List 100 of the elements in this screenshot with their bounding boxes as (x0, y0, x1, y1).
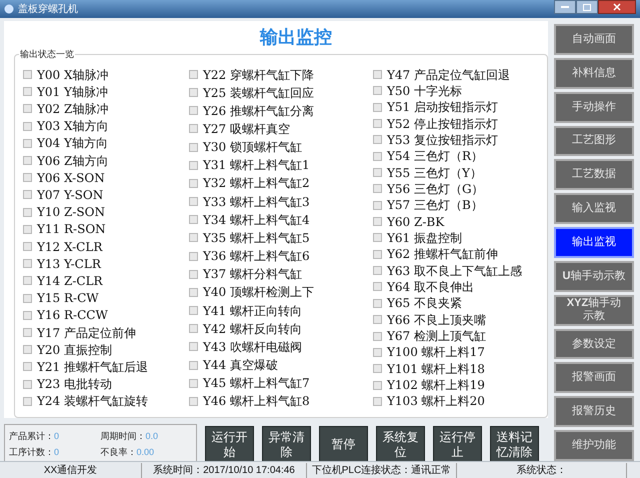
nav-button[interactable]: XYZ轴手动示教 (554, 294, 634, 326)
checkbox[interactable] (23, 380, 32, 389)
checkbox[interactable] (23, 122, 32, 131)
maximize-button[interactable] (576, 0, 598, 14)
checkbox[interactable] (373, 200, 382, 210)
checkbox[interactable] (189, 233, 198, 242)
checkbox[interactable] (373, 135, 382, 144)
output-label: Y33 螺杆上料气缸3 (203, 194, 310, 211)
checkbox[interactable] (373, 396, 382, 406)
nav-button[interactable]: 手动操作 (554, 92, 634, 123)
checkbox[interactable] (23, 328, 32, 338)
checkbox[interactable] (189, 342, 198, 352)
checkbox[interactable] (373, 282, 382, 292)
action-button[interactable]: 送料记忆清除 (490, 426, 539, 464)
nav-button[interactable]: U轴手动示教 (554, 260, 634, 292)
minimize-button[interactable] (554, 0, 576, 14)
checkbox[interactable] (189, 252, 198, 261)
checkbox[interactable] (189, 360, 198, 370)
nav-button[interactable]: 参数设定 (554, 328, 634, 360)
checkbox[interactable] (23, 362, 32, 372)
checkbox[interactable] (23, 173, 32, 182)
output-label: Y31 螺杆上料气缸1 (203, 157, 310, 174)
checkbox[interactable] (189, 306, 198, 316)
checkbox[interactable] (373, 315, 382, 324)
checkbox[interactable] (23, 310, 32, 320)
action-button[interactable]: 暂停 (319, 426, 368, 464)
output-label: Y57 三色灯（B） (387, 197, 483, 214)
nav-button[interactable]: 维护功能 (554, 430, 634, 461)
status-text: 下位机PLC连接状态：通讯正常 (307, 462, 457, 478)
action-button[interactable]: 运行停止 (433, 426, 482, 464)
output-label: Y41 螺杆正向转向 (203, 302, 302, 320)
checkbox[interactable] (189, 378, 198, 388)
checkbox[interactable] (189, 324, 198, 334)
checkbox[interactable] (373, 217, 382, 226)
checkbox[interactable] (23, 190, 32, 200)
checkbox[interactable] (373, 152, 382, 161)
checkbox[interactable] (23, 294, 32, 303)
checkbox[interactable] (373, 233, 382, 242)
checkbox[interactable] (373, 332, 382, 340)
checkbox[interactable] (189, 88, 198, 98)
checkbox[interactable] (189, 160, 198, 170)
checkbox[interactable] (23, 70, 32, 79)
checkbox[interactable] (189, 142, 198, 152)
checkbox[interactable] (373, 168, 382, 178)
close-button[interactable] (598, 0, 636, 14)
output-label: Y42 螺杆反向转向 (203, 320, 302, 338)
checkbox[interactable] (373, 380, 382, 390)
output-label: Y06 X-SON (37, 170, 105, 187)
checkbox[interactable] (373, 102, 382, 112)
output-label: Y17 产品定位前伸 (37, 324, 136, 342)
nav-button[interactable]: 输出监视 (554, 227, 634, 258)
checkbox[interactable] (189, 288, 198, 297)
nav-button[interactable]: 工艺图形 (554, 126, 634, 156)
status-text: XX通信开发 (0, 462, 142, 478)
output-label: Y25 装螺杆气缸回应 (203, 84, 314, 102)
checkbox[interactable] (373, 86, 382, 96)
checkbox[interactable] (189, 124, 198, 134)
nav-button[interactable]: 补料信息 (554, 58, 634, 89)
checkbox[interactable] (23, 396, 32, 406)
checkbox[interactable] (189, 70, 198, 79)
checkbox[interactable] (189, 178, 198, 188)
checkbox[interactable] (23, 208, 32, 217)
app-icon (4, 4, 14, 14)
output-label: Y53 复位按钮指示灯 (387, 132, 498, 149)
checkbox[interactable] (23, 276, 32, 286)
checkbox[interactable] (189, 396, 198, 406)
checkbox[interactable] (373, 70, 382, 79)
checkbox[interactable] (23, 138, 32, 148)
action-button[interactable]: 异常清除 (262, 426, 311, 464)
checkbox[interactable] (23, 242, 32, 252)
output-label: Y60 Z-BK (387, 214, 444, 231)
output-label: Y67 检测上顶气缸 (387, 328, 486, 345)
checkbox[interactable] (373, 348, 382, 357)
checkbox[interactable] (373, 298, 382, 308)
action-button[interactable]: 运行开始 (205, 426, 254, 464)
checkbox[interactable] (23, 104, 32, 114)
checkbox[interactable] (189, 197, 198, 206)
nav-button[interactable]: 报警画面 (554, 362, 634, 394)
output-label: Y10 Z-SON (37, 204, 105, 222)
checkbox[interactable] (23, 345, 32, 354)
output-label: Y26 推螺杆气缸分离 (203, 102, 314, 120)
output-label: Y24 装螺杆气缸旋转 (37, 393, 148, 410)
checkbox[interactable] (373, 119, 382, 128)
checkbox[interactable] (189, 270, 198, 279)
checkbox[interactable] (373, 250, 382, 259)
nav-button[interactable]: 报警历史 (554, 396, 634, 428)
stat-value: 0.0 (146, 430, 158, 442)
action-button[interactable]: 系统复位 (376, 426, 425, 464)
checkbox[interactable] (23, 156, 32, 166)
checkbox[interactable] (373, 364, 382, 374)
nav-button[interactable]: 输入监视 (554, 193, 634, 224)
checkbox[interactable] (23, 224, 32, 234)
checkbox[interactable] (189, 106, 198, 116)
nav-button[interactable]: 自动画面 (554, 24, 634, 55)
checkbox[interactable] (23, 259, 32, 268)
nav-button[interactable]: 工艺数据 (554, 159, 634, 190)
checkbox[interactable] (373, 184, 382, 194)
checkbox[interactable] (189, 215, 198, 224)
checkbox[interactable] (23, 87, 32, 96)
checkbox[interactable] (373, 266, 382, 276)
